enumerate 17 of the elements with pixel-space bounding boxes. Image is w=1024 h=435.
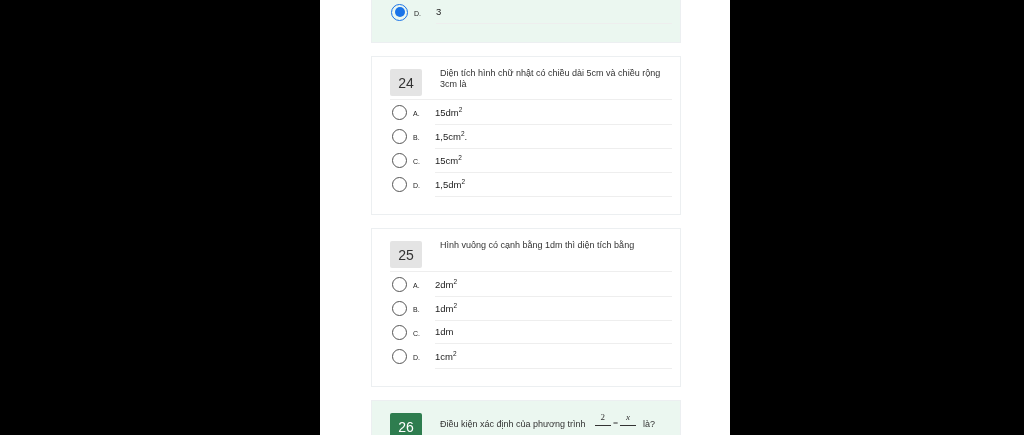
question-text: Điều kiện xác định của phương trình (440, 419, 586, 430)
question-number: 24 (390, 69, 422, 96)
option-text: 1dm$^{2}$ (435, 294, 672, 322)
option-text: 2dm$^{2}$ (435, 270, 672, 298)
option-text: 3 (436, 0, 672, 24)
option-text: 1,5cm$^{2}$. (435, 122, 672, 150)
question-number: 25 (390, 241, 422, 268)
question-text: là? (643, 419, 656, 430)
question-text: Diện tích hình chữ nhật có chiều dài 5cm và chiều rộng 3cm là (440, 68, 662, 90)
option-text: 1cm$^{2}$ (435, 342, 672, 370)
option-text: 1,5dm$^{2}$ (435, 170, 672, 198)
question-text: Hình vuông có cạnh bằng 1dm thì diện tích bằng (440, 240, 635, 251)
option-text: 1dm (435, 320, 672, 344)
question-number: 26 (390, 413, 422, 435)
option-text: 15cm$^{2}$ (435, 146, 672, 174)
equation: 2 = x (594, 411, 637, 435)
option-text: 15dm$^{2}$ (435, 98, 672, 126)
